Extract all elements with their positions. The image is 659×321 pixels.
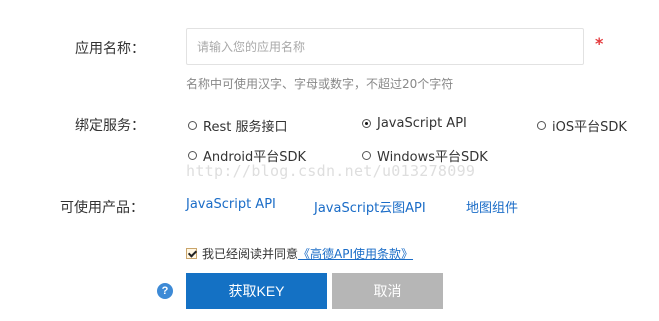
app-name-hint: 名称中可使用汉字、字母或数字，不超过20个字符 [186,77,454,91]
service-option-label: iOS平台SDK [552,120,627,135]
service-radio-javascript-api[interactable]: JavaScript API [362,116,467,131]
get-key-button[interactable]: 获取KEY [186,273,327,309]
agreement-checkbox[interactable] [186,248,197,259]
app-name-input[interactable] [186,28,584,65]
services-label: 绑定服务： [75,118,145,134]
watermark: http://blog.csdn.net/u013278099 [186,162,476,180]
app-name-label: 应用名称： [75,41,145,57]
radio-checked-icon [362,119,371,128]
service-option-label: Rest 服务接口 [203,120,288,135]
products-label: 可使用产品： [60,200,144,216]
agreement-text: 我已经阅读并同意 [202,247,299,261]
required-mark: * [595,34,604,53]
radio-circle-icon [188,121,197,130]
help-icon[interactable]: ? [157,283,173,299]
product-link-map-components[interactable]: 地图组件 [466,197,518,216]
cancel-button[interactable]: 取消 [332,273,443,309]
product-link-javascript-cloud-api[interactable]: JavaScript云图API [314,197,426,216]
radio-circle-icon [537,121,546,130]
service-radio-rest[interactable]: Rest 服务接口 [188,116,287,135]
radio-circle-icon [188,151,197,160]
agreement-row: 我已经阅读并同意 《高德API使用条款》 [186,245,413,262]
terms-link[interactable]: 《高德API使用条款》 [298,245,413,262]
service-radio-ios-sdk[interactable]: iOS平台SDK [537,116,627,135]
radio-circle-icon [362,151,371,160]
service-option-label: JavaScript API [377,116,467,131]
product-link-javascript-api[interactable]: JavaScript API [186,197,276,212]
create-key-form: 应用名称： * 名称中可使用汉字、字母或数字，不超过20个字符 绑定服务： Re… [0,0,659,321]
